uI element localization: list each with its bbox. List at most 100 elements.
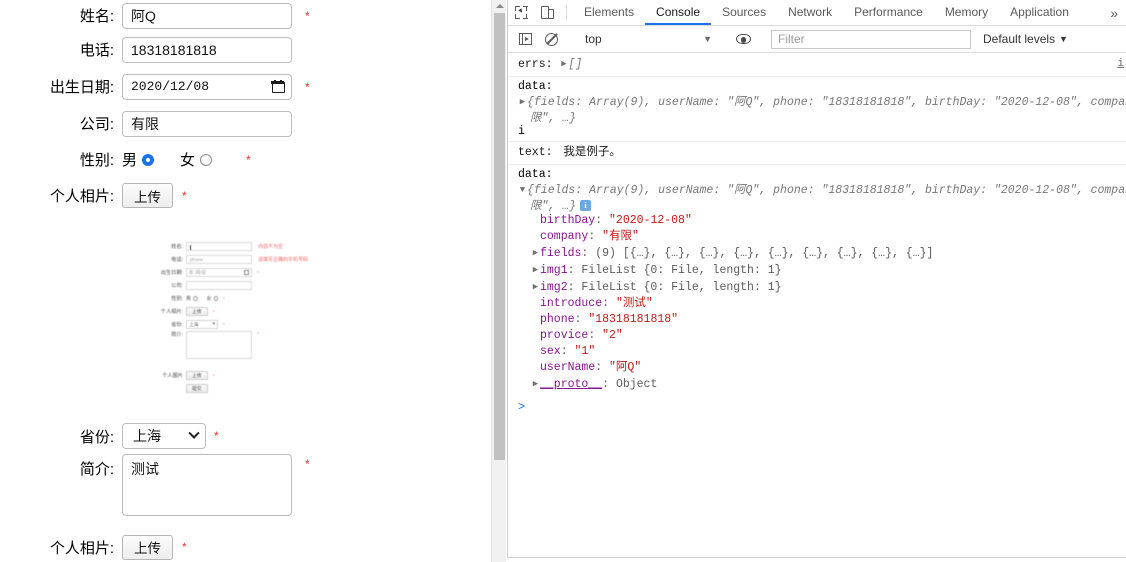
console-message-data-expanded[interactable]: data: ▼ {fields: Array(9), userName: "阿Q"… xyxy=(508,165,1126,396)
thumb-input: phone xyxy=(186,255,252,264)
label-name: 姓名: xyxy=(79,8,114,25)
property-name: provice xyxy=(540,329,589,342)
radio-female[interactable] xyxy=(200,153,213,166)
console-sidebar-icon[interactable] xyxy=(512,32,538,45)
gender-male-label: 男 xyxy=(122,152,138,169)
property-value: "1" xyxy=(574,345,596,358)
form-row-introduce: 简介: 测试 * xyxy=(0,454,470,530)
required-marker: * xyxy=(246,152,251,167)
thumb-required: * xyxy=(223,322,225,327)
expand-triangle-icon[interactable]: ▶ xyxy=(531,376,540,392)
prompt-caret-icon: > xyxy=(518,400,526,414)
thumb-required: * xyxy=(257,270,259,275)
errs-label: errs: xyxy=(518,58,553,71)
scroll-up-arrow-icon[interactable] xyxy=(492,0,507,12)
upload-button[interactable]: 上传 xyxy=(122,183,173,208)
info-badge-icon[interactable]: i xyxy=(580,200,592,211)
thumb-placeholder: phone xyxy=(190,257,203,263)
form-row-gender: 性别: 男 女 * xyxy=(0,142,470,177)
console-prompt[interactable]: > xyxy=(508,396,1126,414)
property-row[interactable]: provice: "2" xyxy=(518,328,1126,344)
chevron-down-icon: ▼ xyxy=(703,34,712,44)
birthday-date-input[interactable]: 2020/12/08 xyxy=(122,73,292,100)
live-expression-icon[interactable] xyxy=(730,34,756,44)
radio-male[interactable] xyxy=(142,153,155,166)
thumb-required: * xyxy=(212,309,215,314)
required-marker: * xyxy=(214,429,219,443)
thumb-required: * xyxy=(212,373,215,378)
filter-input[interactable]: Filter xyxy=(771,29,971,49)
form-row-province: 省份: 上海 * xyxy=(0,418,470,454)
property-row[interactable]: ▶ img1: FileList {0: File, length: 1} xyxy=(518,262,1126,279)
thumb-radio-female xyxy=(213,296,219,301)
property-name: sex xyxy=(540,345,561,358)
province-value: 上海 xyxy=(133,428,161,444)
tab-console[interactable]: Console xyxy=(645,0,712,25)
object-preview-line2: 限", …} xyxy=(530,200,577,213)
label-photo: 个人相片: xyxy=(49,188,114,205)
object-preview[interactable]: ▶ {fields: Array(9), userName: "阿Q", phon… xyxy=(518,93,1126,109)
gender-option-male[interactable]: 男 xyxy=(122,149,155,170)
collapse-triangle-icon[interactable]: ▼ xyxy=(518,185,527,195)
expand-triangle-icon[interactable]: ▶ xyxy=(518,97,527,107)
property-row[interactable]: userName: "阿Q" xyxy=(518,360,1126,376)
upload-button-2[interactable]: 上传 xyxy=(122,534,173,560)
console-output[interactable]: errs: ▶[] i data: ▶ {fields: Array(9), us… xyxy=(508,53,1126,557)
tab-elements[interactable]: Elements xyxy=(573,0,645,25)
property-row[interactable]: birthDay: "2020-12-08" xyxy=(518,213,1126,229)
tab-network[interactable]: Network xyxy=(777,0,843,25)
property-row[interactable]: phone: "18318181818" xyxy=(518,312,1126,328)
expand-triangle-icon[interactable]: ▶ xyxy=(531,279,540,295)
province-select[interactable]: 上海 xyxy=(122,423,206,449)
calendar-icon[interactable] xyxy=(271,80,285,93)
thumb-date-value: 年 /月/日 xyxy=(189,269,206,275)
device-toolbar-icon[interactable] xyxy=(534,0,560,25)
data-label: data: xyxy=(518,80,553,93)
more-tabs-icon[interactable]: » xyxy=(1102,0,1126,25)
property-row[interactable]: company: "有限" xyxy=(518,229,1126,245)
label-photo2: 个人相片: xyxy=(49,539,114,557)
object-preview[interactable]: ▼ {fields: Array(9), userName: "阿Q", phon… xyxy=(518,181,1126,197)
property-row[interactable]: sex: "1" xyxy=(518,344,1126,360)
source-link[interactable]: i xyxy=(1117,56,1124,72)
required-marker: * xyxy=(182,540,187,554)
console-message-data-collapsed[interactable]: data: ▶ {fields: Array(9), userName: "阿Q"… xyxy=(508,77,1126,142)
gender-option-female[interactable]: 女 xyxy=(180,149,213,170)
thumb-required: * xyxy=(257,331,259,336)
object-preview-line2: 限", …} xyxy=(530,112,577,125)
page-scrollbar[interactable] xyxy=(491,0,506,562)
property-value: Object xyxy=(615,378,658,391)
phone-input[interactable]: 18318181818 xyxy=(122,36,292,63)
thumb-label: 个人相片: xyxy=(160,309,183,315)
chevron-down-icon xyxy=(188,427,200,439)
profile-form-lower: 省份: 上海 * 简介: 测试 * 个人相片: 上传 * xyxy=(0,418,470,562)
company-input[interactable]: 有限 xyxy=(122,110,292,137)
property-row-proto[interactable]: ▶ __proto__: Object xyxy=(518,376,1126,393)
source-link[interactable]: i xyxy=(518,125,525,138)
tab-sources[interactable]: Sources xyxy=(711,0,777,25)
name-input[interactable]: 阿Q xyxy=(122,2,292,29)
thumb-submit-button: 提交 xyxy=(186,384,208,393)
property-row[interactable]: ▶ img2: FileList {0: File, length: 1} xyxy=(518,279,1126,296)
execution-context-value: top xyxy=(585,32,602,46)
tab-application[interactable]: Application xyxy=(999,0,1080,25)
execution-context-select[interactable]: top ▼ xyxy=(577,30,717,49)
thumb-row: 性别: 男 女 * xyxy=(140,292,315,305)
property-row[interactable]: ▶ fields: (9) [{…}, {…}, {…}, {…}, {…}, {… xyxy=(518,245,1126,262)
property-row[interactable]: introduce: "测试" xyxy=(518,296,1126,312)
thumb-label: 个人图片 xyxy=(162,373,183,379)
inspect-element-icon[interactable] xyxy=(508,0,534,25)
expand-triangle-icon[interactable]: ▶ xyxy=(531,245,540,261)
introduce-textarea[interactable]: 测试 xyxy=(122,454,292,516)
clear-console-icon[interactable] xyxy=(538,32,564,46)
log-levels-select[interactable]: Default levels ▼ xyxy=(983,32,1068,46)
thumb-upload-button-2: 上传 xyxy=(186,371,208,380)
tab-memory[interactable]: Memory xyxy=(934,0,999,25)
console-message-text[interactable]: text: 我是例子。 xyxy=(508,142,1126,165)
tab-performance[interactable]: Performance xyxy=(843,0,934,25)
expand-triangle-icon[interactable]: ▶ xyxy=(531,262,540,278)
web-page-pane: 姓名: 阿Q * 电话: 18318181818 出生日期: 2020/12/0… xyxy=(0,0,491,562)
label-province: 省份: xyxy=(79,428,114,446)
scrollbar-thumb[interactable] xyxy=(494,13,505,460)
console-message-errs[interactable]: errs: ▶[] i xyxy=(508,53,1126,77)
